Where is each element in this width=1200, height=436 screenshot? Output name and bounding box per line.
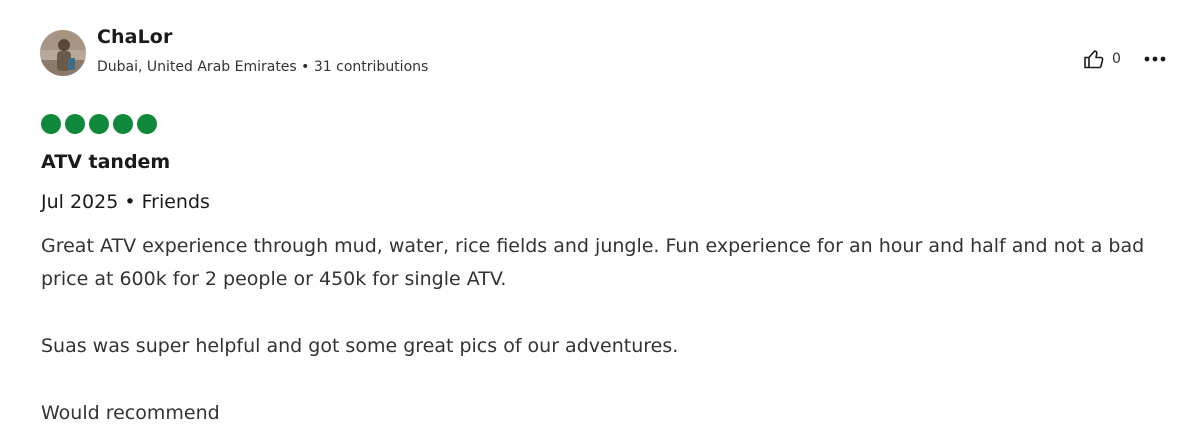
helpful-vote-button[interactable]: 0 xyxy=(1082,47,1121,71)
review-body: Great ATV experience through mud, water,… xyxy=(41,230,1181,430)
meta-separator: • xyxy=(296,59,314,75)
more-options-icon xyxy=(1144,56,1166,62)
review-title[interactable]: ATV tandem xyxy=(41,151,170,173)
thumbs-up-icon xyxy=(1084,50,1104,69)
trip-meta: Jul 2025 • Friends xyxy=(41,191,210,213)
avatar[interactable] xyxy=(40,30,86,76)
author-meta: Dubai, United Arab Emirates • 31 contrib… xyxy=(97,59,428,75)
author-name[interactable]: ChaLor xyxy=(97,26,172,48)
rating-bubble xyxy=(137,114,157,134)
author-contributions: 31 contributions xyxy=(313,59,429,75)
review-card: ChaLor Dubai, United Arab Emirates • 31 … xyxy=(0,0,1200,436)
rating-bubble xyxy=(113,114,133,134)
review-paragraph: Would recommend xyxy=(41,402,220,424)
rating-bubble xyxy=(65,114,85,134)
helpful-count: 0 xyxy=(1112,51,1121,67)
review-paragraph: Suas was super helpful and got some grea… xyxy=(41,335,679,357)
review-paragraph: Great ATV experience through mud, water,… xyxy=(41,235,1145,290)
more-options-button[interactable] xyxy=(1140,47,1170,71)
rating-bubbles xyxy=(41,114,157,134)
avatar-photo xyxy=(40,30,86,76)
rating-bubble xyxy=(41,114,61,134)
author-location: Dubai, United Arab Emirates xyxy=(97,59,297,75)
rating-bubble xyxy=(89,114,109,134)
